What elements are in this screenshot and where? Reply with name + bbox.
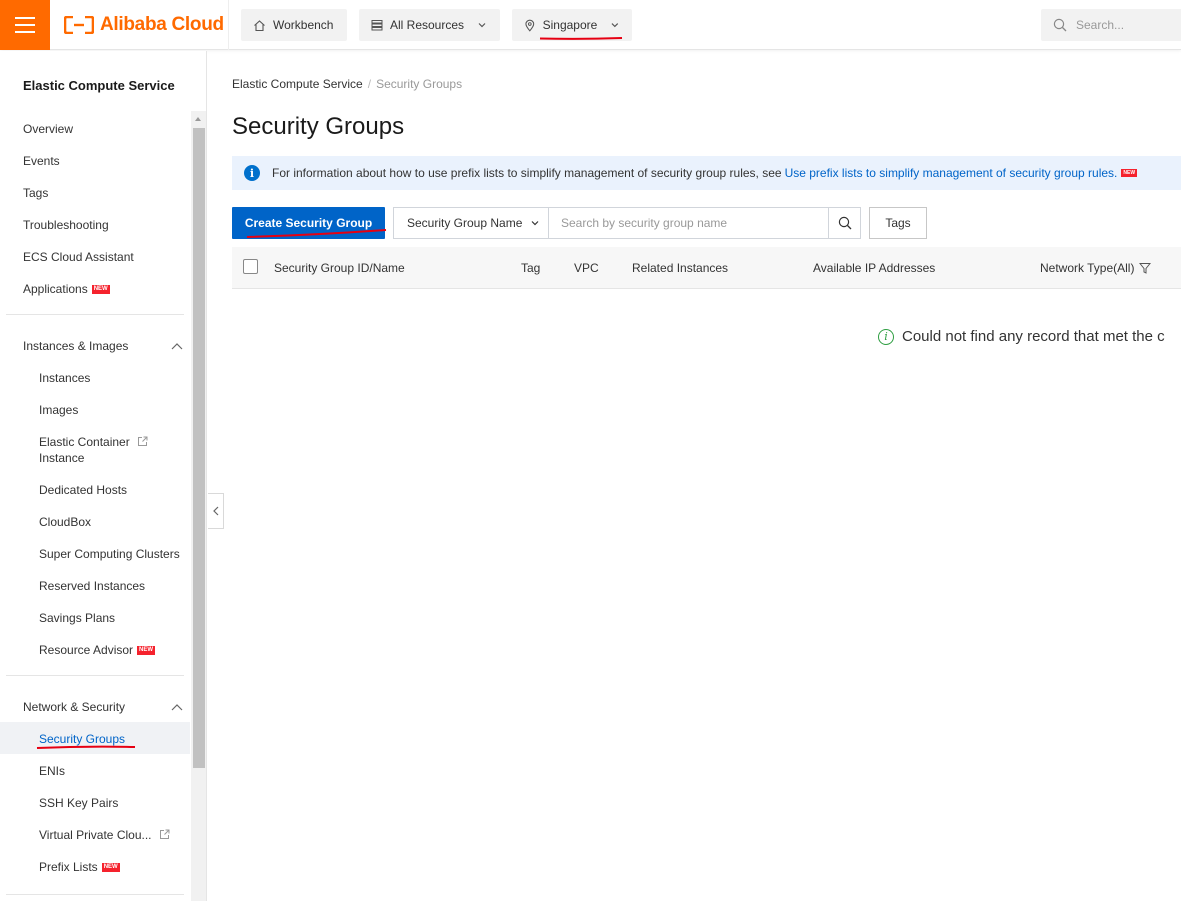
top-nav-bar: Alibaba Cloud Workbench All Resources Si… <box>0 0 1181 50</box>
breadcrumb-separator: / <box>367 77 372 91</box>
sidebar-item-savings-plans[interactable]: Savings Plans <box>39 611 115 625</box>
sidebar-item-enis[interactable]: ENIs <box>39 764 65 778</box>
column-header-tag: Tag <box>521 261 541 275</box>
select-all-checkbox[interactable] <box>243 259 258 274</box>
chevron-left-icon <box>212 506 218 516</box>
divider <box>6 314 184 315</box>
sidebar-item-cloud-assistant[interactable]: ECS Cloud Assistant <box>23 250 134 264</box>
filter-field-label: Security Group Name <box>407 216 523 230</box>
global-search-placeholder: Search... <box>1076 18 1125 32</box>
sidebar-item-label: Prefix Lists <box>39 860 98 874</box>
scrollbar-thumb[interactable] <box>193 128 205 768</box>
column-header-vpc: VPC <box>574 261 599 275</box>
empty-state: i Could not find any record that met the… <box>878 328 1165 345</box>
annotation-underline <box>36 745 136 749</box>
external-link-icon <box>159 829 170 839</box>
sidebar-item-cloudbox[interactable]: CloudBox <box>39 515 91 529</box>
chevron-up-icon <box>171 704 183 711</box>
annotation-underline <box>246 229 387 238</box>
divider <box>6 894 184 895</box>
filter-icon[interactable] <box>1139 262 1152 274</box>
sidebar-group-label: Network & Security <box>23 700 126 714</box>
sidebar-item-dedicated-hosts[interactable]: Dedicated Hosts <box>39 483 127 497</box>
new-badge: NEW <box>91 285 110 295</box>
info-text: For information about how to use prefix … <box>272 166 782 180</box>
breadcrumb-item[interactable]: Elastic Compute Service <box>232 77 363 91</box>
sidebar-item-label: Resource Advisor <box>39 643 134 657</box>
sidebar-item-troubleshooting[interactable]: Troubleshooting <box>23 218 109 232</box>
column-header-id-name: Security Group ID/Name <box>274 261 405 275</box>
menu-icon[interactable] <box>0 0 50 50</box>
info-banner: i For information about how to use prefi… <box>232 156 1181 190</box>
sidebar-item-label: Applications <box>23 282 88 296</box>
page-title: Security Groups <box>232 113 405 140</box>
collapse-sidebar-button[interactable] <box>208 493 224 529</box>
breadcrumb: Elastic Compute Service / Security Groups <box>232 77 462 91</box>
sidebar: Elastic Compute Service Overview Events … <box>0 51 207 901</box>
column-header-related-instances: Related Instances <box>632 261 729 275</box>
column-header-network-type[interactable]: Network Type(All) <box>1040 261 1152 275</box>
sidebar-item-elastic-container[interactable]: Elastic Container <box>39 435 148 449</box>
search-button[interactable] <box>828 207 861 239</box>
sidebar-item-prefix-lists[interactable]: Prefix Lists NEW <box>39 860 120 874</box>
sidebar-group-network-security[interactable]: Network & Security <box>23 700 183 714</box>
sidebar-item-super-computing-clusters[interactable]: Super Computing Clusters <box>39 547 180 561</box>
list-icon <box>371 20 383 31</box>
new-badge: NEW <box>1121 169 1138 177</box>
security-group-search-input[interactable] <box>548 207 829 239</box>
sidebar-item-ssh-key-pairs[interactable]: SSH Key Pairs <box>39 796 118 810</box>
search-icon <box>838 216 851 230</box>
sidebar-item-resource-advisor[interactable]: Resource Advisor NEW <box>39 643 156 657</box>
info-link[interactable]: Use prefix lists to simplify management … <box>785 166 1118 180</box>
chevron-down-icon <box>611 23 619 28</box>
sidebar-item-tags[interactable]: Tags <box>23 186 48 200</box>
table-header: Security Group ID/Name Tag VPC Related I… <box>232 247 1181 289</box>
chevron-down-icon <box>478 23 486 28</box>
workbench-label: Workbench <box>273 18 334 32</box>
new-badge: NEW <box>101 863 120 873</box>
scroll-up-arrow-icon[interactable] <box>193 114 203 124</box>
empty-message: Could not find any record that met the c <box>902 328 1165 345</box>
sidebar-item-images[interactable]: Images <box>39 403 78 417</box>
global-search[interactable]: Search... <box>1041 9 1181 41</box>
divider <box>228 0 229 50</box>
location-pin-icon <box>525 19 535 32</box>
region-label: Singapore <box>542 18 598 32</box>
column-header-label: Network Type(All) <box>1040 261 1135 275</box>
sidebar-item-instances[interactable]: Instances <box>39 371 90 385</box>
sidebar-item-reserved-instances[interactable]: Reserved Instances <box>39 579 145 593</box>
new-badge: NEW <box>137 646 156 656</box>
all-resources-label: All Resources <box>390 18 465 32</box>
divider <box>6 675 184 676</box>
sidebar-item-vpc[interactable]: Virtual Private Clou... <box>39 828 170 842</box>
sidebar-item-elastic-container-line2[interactable]: Instance <box>39 451 84 465</box>
sidebar-item-applications[interactable]: Applications NEW <box>23 282 110 296</box>
sidebar-title: Elastic Compute Service <box>23 78 175 93</box>
breadcrumb-current: Security Groups <box>376 77 463 91</box>
filter-field-select[interactable]: Security Group Name <box>393 207 549 239</box>
search-icon <box>1053 18 1067 32</box>
brand-name: Alibaba Cloud <box>100 14 224 35</box>
all-resources-button[interactable]: All Resources <box>359 9 500 41</box>
info-icon: i <box>244 165 260 181</box>
workbench-button[interactable]: Workbench <box>241 9 347 41</box>
column-header-available-ip: Available IP Addresses <box>813 261 936 275</box>
sidebar-group-instances-images[interactable]: Instances & Images <box>23 339 183 353</box>
sidebar-item-label: Elastic Container <box>39 435 130 449</box>
annotation-underline <box>539 37 623 40</box>
sidebar-item-label: Virtual Private Clou... <box>39 828 152 842</box>
chevron-up-icon <box>171 343 183 350</box>
sidebar-group-label: Instances & Images <box>23 339 129 353</box>
info-circle-icon: i <box>878 328 894 345</box>
chevron-down-icon <box>531 221 539 226</box>
sidebar-item-events[interactable]: Events <box>23 154 60 168</box>
external-link-icon <box>138 436 148 446</box>
tags-filter-button[interactable]: Tags <box>869 207 927 239</box>
home-icon <box>254 19 265 31</box>
alibaba-cloud-logo-icon <box>64 16 94 34</box>
sidebar-item-overview[interactable]: Overview <box>23 122 73 136</box>
brand-logo[interactable]: Alibaba Cloud <box>64 13 224 37</box>
